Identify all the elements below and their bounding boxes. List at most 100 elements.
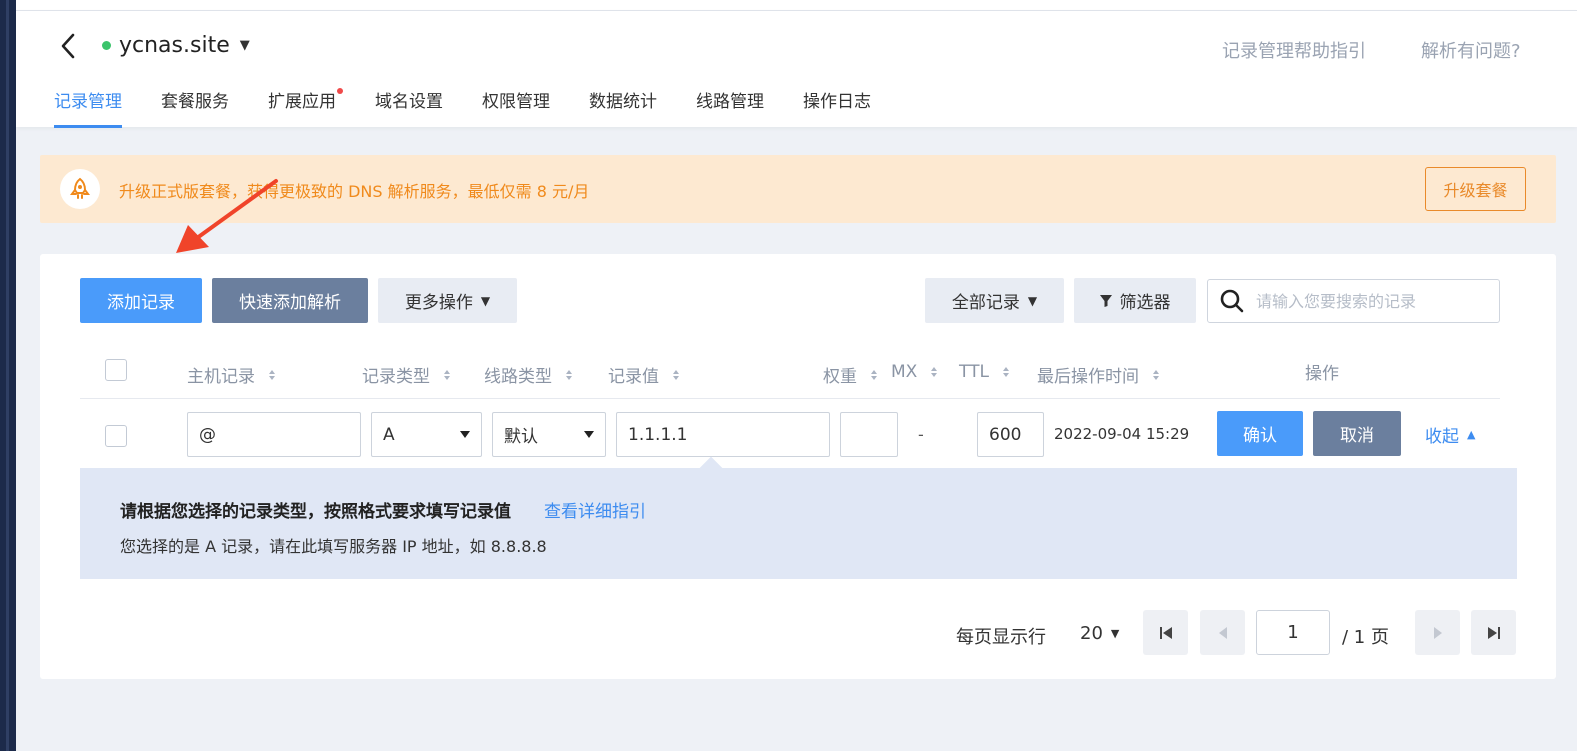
last-operation-time: 2022-09-04 15:29 xyxy=(1054,425,1190,443)
tab-permissions[interactable]: 权限管理 xyxy=(482,89,550,128)
col-value-label: 记录值 xyxy=(608,367,659,387)
tab-domain-settings[interactable]: 域名设置 xyxy=(375,89,443,128)
filter-label: 筛选器 xyxy=(1119,293,1171,313)
first-page-button[interactable] xyxy=(1143,610,1188,655)
col-ttl[interactable]: TTL xyxy=(959,362,1009,382)
col-last-time-label: 最后操作时间 xyxy=(1037,367,1139,387)
tab-operation-log[interactable]: 操作日志 xyxy=(803,89,871,128)
problem-link[interactable]: 解析有问题? xyxy=(1421,37,1521,63)
hint-body: 您选择的是 A 记录，请在此填写服务器 IP 地址，如 8.8.8.8 xyxy=(120,537,547,556)
mx-value: - xyxy=(918,425,924,444)
caret-down-icon: ▼ xyxy=(239,38,250,53)
sort-icon xyxy=(871,369,877,380)
collapse-label: 收起 xyxy=(1425,427,1459,447)
type-select-value: A xyxy=(383,424,395,445)
col-value[interactable]: 记录值 xyxy=(608,362,679,387)
tab-plan-service[interactable]: 套餐服务 xyxy=(161,89,229,128)
sort-icon xyxy=(931,367,938,377)
caret-down-icon xyxy=(460,431,470,438)
col-last-time[interactable]: 最后操作时间 xyxy=(1037,362,1159,387)
col-weight-label: 权重 xyxy=(823,367,857,387)
sort-icon xyxy=(269,369,275,380)
type-select[interactable]: A xyxy=(371,412,482,457)
weight-input[interactable] xyxy=(840,412,898,457)
upgrade-banner: 升级正式版套餐，获得更极致的 DNS 解析服务，最低仅需 8 元/月 升级套餐 xyxy=(40,155,1556,223)
filter-icon xyxy=(1099,294,1112,307)
domain-name: ycnas.site xyxy=(119,33,230,58)
col-line[interactable]: 线路类型 xyxy=(484,362,572,387)
col-host-label: 主机记录 xyxy=(187,367,255,387)
detail-guide-link[interactable]: 查看详细指引 xyxy=(544,497,646,522)
back-button[interactable] xyxy=(56,31,80,61)
rows-per-page-value: 20 xyxy=(1080,623,1103,644)
search-input[interactable] xyxy=(1256,291,1486,311)
banner-text: 升级正式版套餐，获得更极致的 DNS 解析服务，最低仅需 8 元/月 xyxy=(119,182,590,201)
tab-extensions-label: 扩展应用 xyxy=(268,92,336,112)
caret-down-icon: ▼ xyxy=(1027,293,1038,308)
prev-page-icon xyxy=(1218,626,1227,639)
notification-dot-icon xyxy=(337,88,343,94)
page-number-input[interactable]: 1 xyxy=(1256,610,1330,655)
sort-icon xyxy=(1002,367,1009,377)
collapse-link[interactable]: 收起 ▲ xyxy=(1425,422,1475,447)
confirm-button[interactable]: 确认 xyxy=(1217,411,1303,456)
col-type-label: 记录类型 xyxy=(362,367,430,387)
filter-button[interactable]: 筛选器 xyxy=(1074,278,1196,323)
sort-icon xyxy=(673,369,679,380)
col-mx[interactable]: MX xyxy=(891,362,938,382)
first-page-icon xyxy=(1159,626,1172,639)
sort-icon xyxy=(444,369,450,380)
tab-line-management[interactable]: 线路管理 xyxy=(696,89,764,128)
quick-add-button[interactable]: 快速添加解析 xyxy=(212,278,368,323)
sort-icon xyxy=(566,369,572,380)
caret-down-icon: ▼ xyxy=(480,293,491,308)
prev-page-button[interactable] xyxy=(1200,610,1245,655)
records-card: 添加记录 快速添加解析 更多操作 ▼ 全部记录 ▼ 筛选器 主机记录 记录类型 … xyxy=(40,254,1556,679)
last-page-icon xyxy=(1487,626,1500,639)
host-input[interactable]: @ xyxy=(187,412,361,457)
line-select-value: 默认 xyxy=(504,427,538,447)
col-ttl-label: TTL xyxy=(959,362,989,382)
line-select[interactable]: 默认 xyxy=(492,412,606,457)
ttl-input[interactable]: 600 xyxy=(977,412,1044,457)
nav-tabs: 记录管理 套餐服务 扩展应用 域名设置 权限管理 数据统计 线路管理 操作日志 xyxy=(54,88,910,128)
domain-selector[interactable]: ycnas.site ▼ xyxy=(102,33,250,58)
next-page-icon xyxy=(1433,626,1442,639)
last-page-button[interactable] xyxy=(1471,610,1516,655)
hint-title: 请根据您选择的记录类型，按照格式要求填写记录值 xyxy=(120,502,511,522)
col-weight[interactable]: 权重 xyxy=(823,362,877,387)
all-records-dropdown[interactable]: 全部记录 ▼ xyxy=(925,278,1064,323)
col-mx-label: MX xyxy=(891,362,918,382)
tab-statistics[interactable]: 数据统计 xyxy=(589,89,657,128)
hint-pointer xyxy=(699,456,723,480)
more-operations-label: 更多操作 xyxy=(404,293,473,313)
record-value-hint: 请根据您选择的记录类型，按照格式要求填写记录值 查看详细指引 您选择的是 A 记… xyxy=(80,456,1517,579)
upgrade-plan-button[interactable]: 升级套餐 xyxy=(1425,167,1526,211)
tab-extensions[interactable]: 扩展应用 xyxy=(268,88,343,128)
col-host[interactable]: 主机记录 xyxy=(187,362,275,387)
row-checkbox[interactable] xyxy=(105,425,127,447)
caret-down-icon: ▼ xyxy=(1110,627,1120,640)
search-box xyxy=(1207,279,1500,323)
col-line-label: 线路类型 xyxy=(484,367,552,387)
rows-per-page-select[interactable]: 20 ▼ xyxy=(1080,623,1119,644)
add-record-button[interactable]: 添加记录 xyxy=(80,278,202,323)
status-dot-icon xyxy=(102,41,111,50)
search-icon xyxy=(1220,289,1244,313)
tab-record-management[interactable]: 记录管理 xyxy=(54,89,122,128)
col-type[interactable]: 记录类型 xyxy=(362,362,450,387)
more-operations-button[interactable]: 更多操作 ▼ xyxy=(378,278,517,323)
rocket-icon xyxy=(60,169,100,209)
sort-icon xyxy=(1153,369,1159,380)
total-pages-label: / 1 页 xyxy=(1342,627,1389,648)
select-all-checkbox[interactable] xyxy=(105,359,127,381)
value-input[interactable]: 1.1.1.1 xyxy=(616,412,830,457)
chevron-left-icon xyxy=(61,33,75,59)
rows-per-page-label: 每页显示行 xyxy=(956,627,1046,648)
cancel-button[interactable]: 取消 xyxy=(1313,411,1401,456)
next-page-button[interactable] xyxy=(1415,610,1460,655)
left-edge-bar xyxy=(0,0,16,751)
caret-down-icon xyxy=(584,431,594,438)
help-guide-link[interactable]: 记录管理帮助指引 xyxy=(1222,37,1366,63)
caret-up-icon: ▲ xyxy=(1467,428,1476,441)
